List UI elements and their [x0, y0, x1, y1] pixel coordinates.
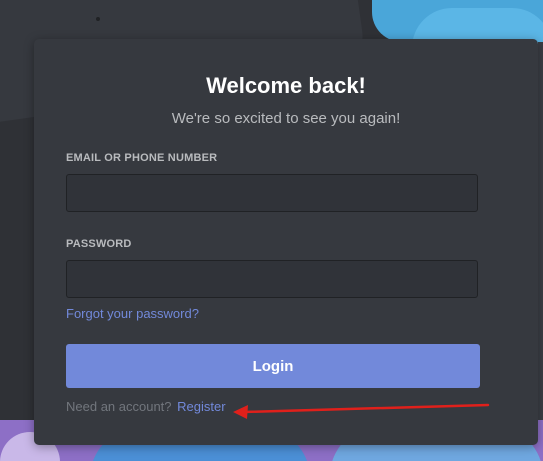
login-screen: Welcome back! We're so excited to see yo… — [0, 0, 543, 461]
page-title: Welcome back! — [206, 73, 366, 98]
register-link[interactable]: Register — [177, 399, 225, 414]
background-dot — [96, 17, 100, 21]
email-label: EMAIL OR PHONE NUMBER — [66, 152, 218, 164]
background-edge — [538, 42, 543, 422]
register-prompt: Need an account? Register — [66, 399, 226, 415]
background-illustration-top — [372, 0, 543, 48]
email-field[interactable] — [66, 174, 478, 212]
login-button[interactable]: Login — [66, 344, 480, 388]
page-subtitle: We're so excited to see you again! — [171, 110, 401, 127]
password-field[interactable] — [66, 260, 478, 298]
need-account-text: Need an account? — [66, 399, 172, 414]
forgot-password-link[interactable]: Forgot your password? — [66, 306, 199, 322]
login-card: Welcome back! We're so excited to see yo… — [34, 39, 538, 445]
password-label: PASSWORD — [66, 238, 132, 250]
